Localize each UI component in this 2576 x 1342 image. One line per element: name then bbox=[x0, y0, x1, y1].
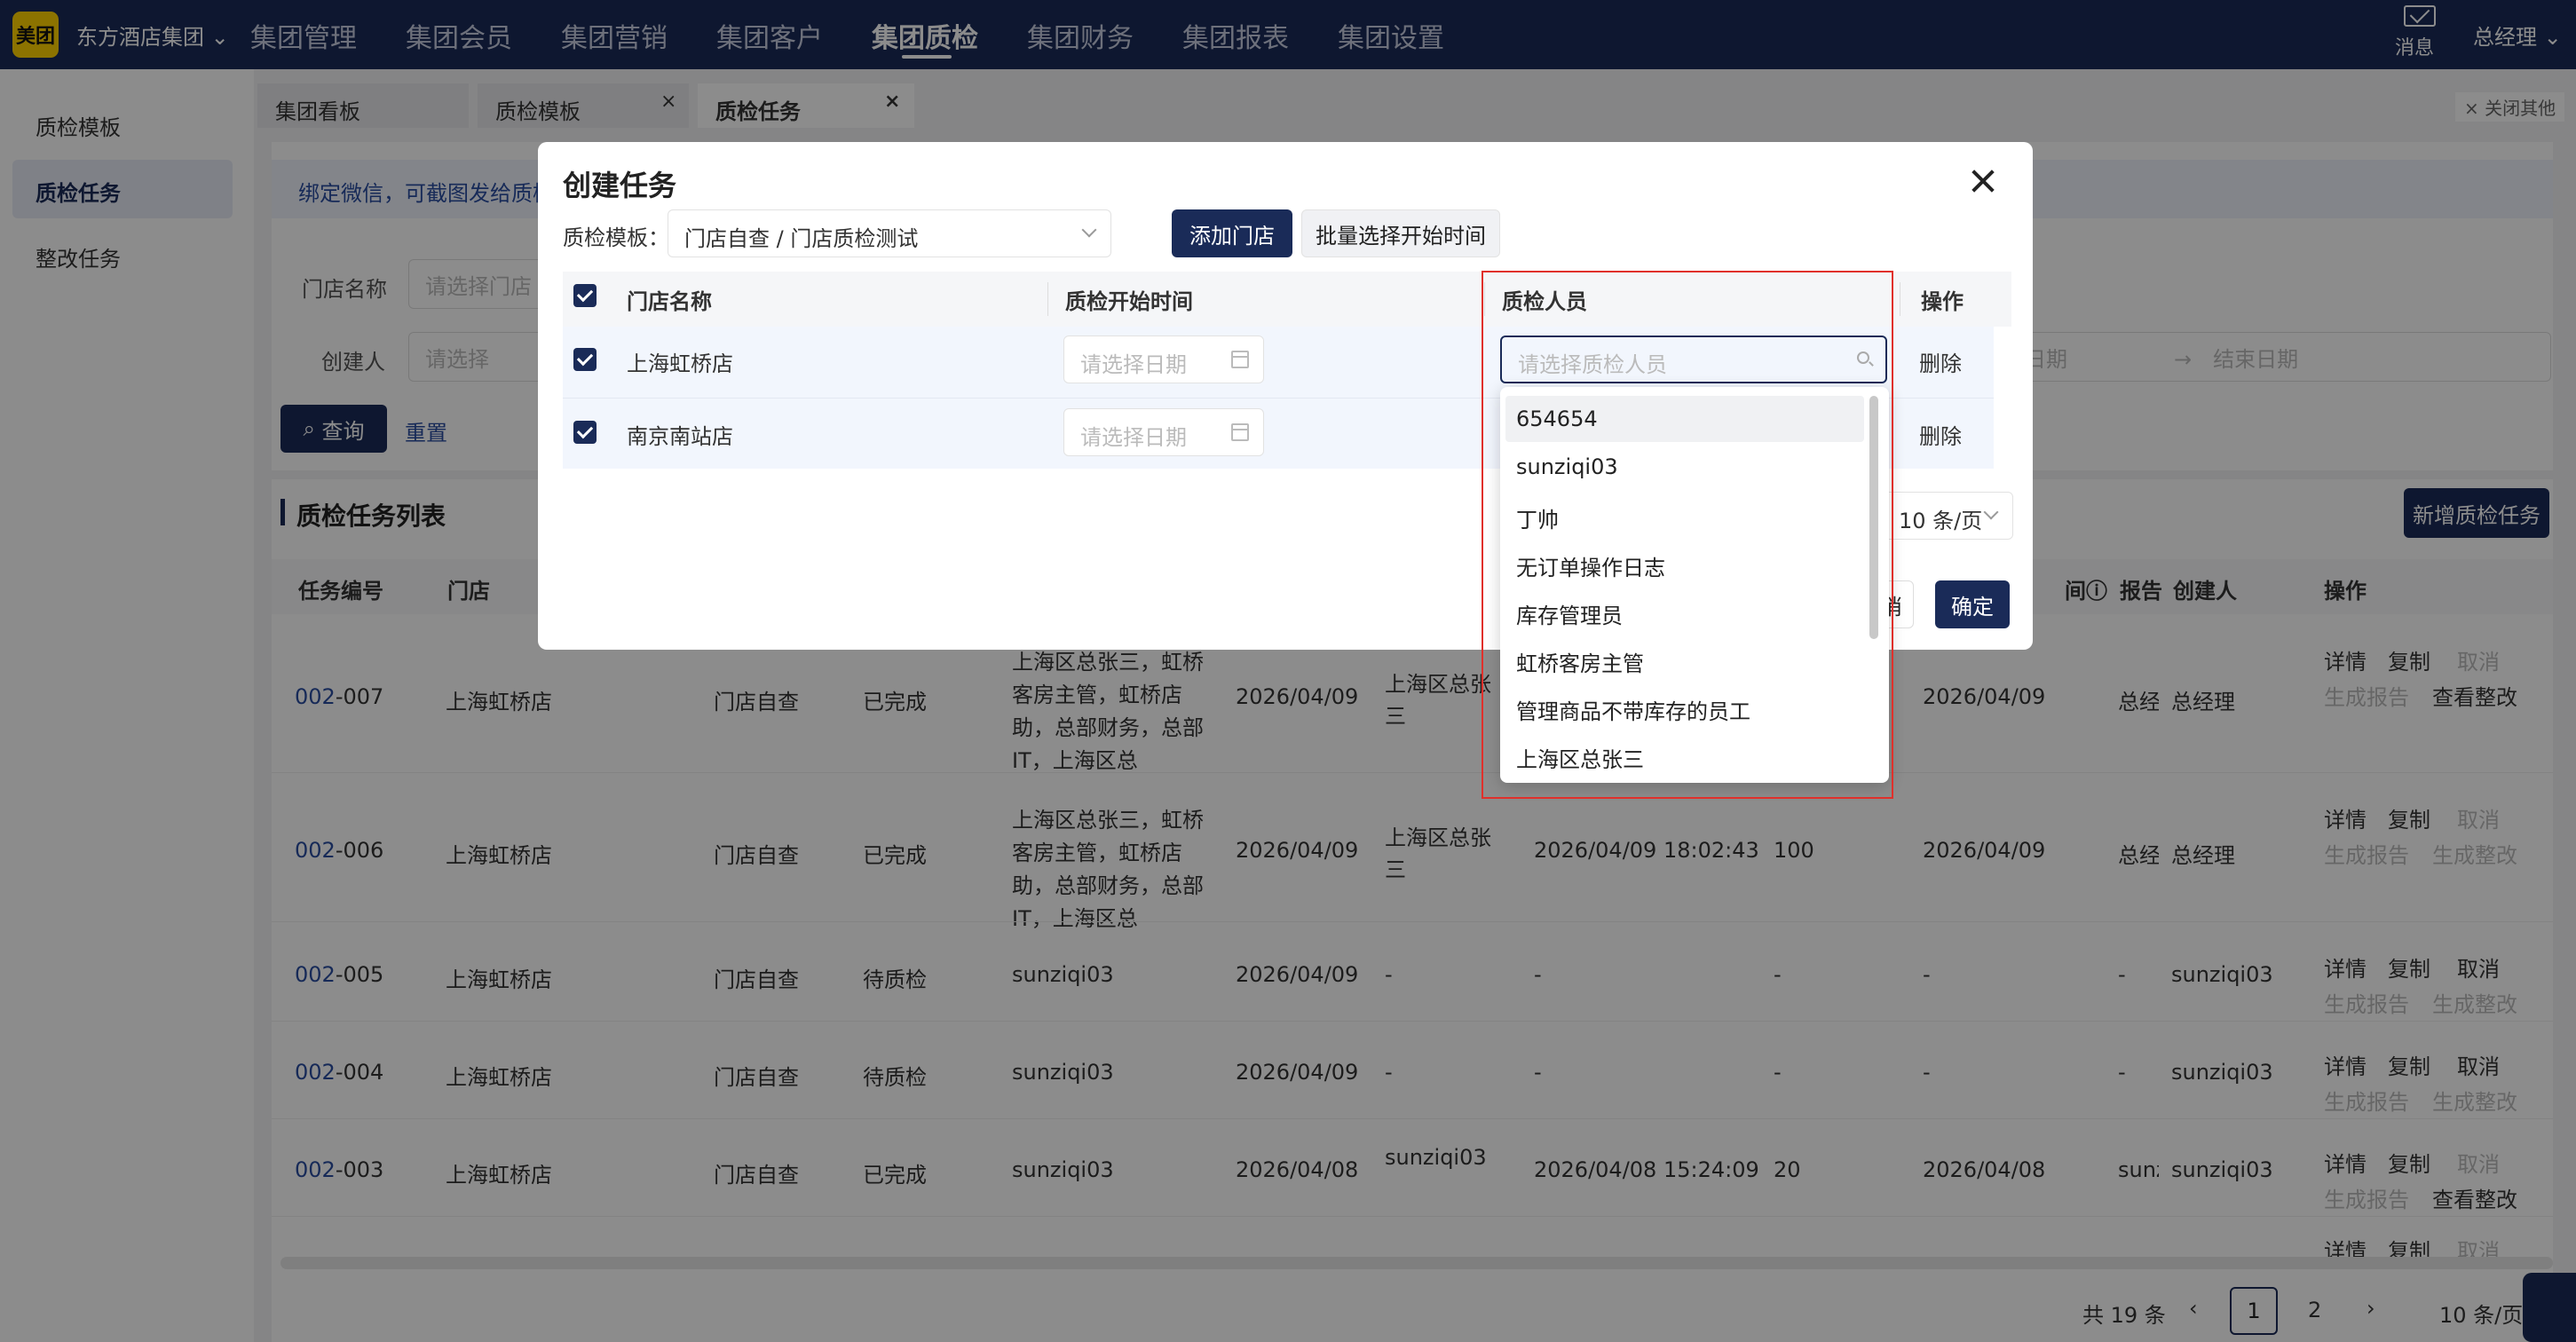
store-name: 上海虹桥店 bbox=[627, 351, 733, 376]
delete-link[interactable]: 删除 bbox=[1919, 346, 1962, 377]
calendar-icon bbox=[1231, 423, 1249, 441]
row-checkbox[interactable] bbox=[573, 421, 597, 444]
select-all-checkbox[interactable] bbox=[573, 284, 597, 307]
template-label: 质检模板： bbox=[563, 225, 669, 250]
highlight-annotation-box bbox=[1482, 271, 1893, 799]
start-date-input[interactable]: 请选择日期 bbox=[1063, 408, 1264, 456]
calendar-icon bbox=[1231, 351, 1249, 368]
row-checkbox[interactable] bbox=[573, 348, 597, 371]
batch-start-time-button[interactable]: 批量选择开始时间 bbox=[1301, 209, 1500, 257]
modal-page-size-select[interactable]: 10 条/页 bbox=[1880, 492, 2013, 540]
confirm-button[interactable]: 确定 bbox=[1935, 580, 2010, 628]
add-store-button[interactable]: 添加门店 bbox=[1172, 209, 1292, 257]
close-icon[interactable] bbox=[1969, 167, 1997, 195]
chevron-down-icon bbox=[1983, 504, 1999, 520]
chevron-down-icon bbox=[1081, 222, 1097, 238]
template-select[interactable]: 门店自查 / 门店质检测试 bbox=[668, 209, 1111, 257]
col-start-time: 质检开始时间 bbox=[1065, 289, 1193, 314]
store-name: 南京南站店 bbox=[627, 424, 733, 449]
delete-link[interactable]: 删除 bbox=[1919, 419, 1962, 450]
col-operation: 操作 bbox=[1921, 289, 1964, 314]
start-date-input[interactable]: 请选择日期 bbox=[1063, 336, 1264, 383]
modal-title: 创建任务 bbox=[563, 169, 677, 202]
col-divider bbox=[1047, 282, 1048, 316]
col-store-name: 门店名称 bbox=[627, 289, 712, 314]
